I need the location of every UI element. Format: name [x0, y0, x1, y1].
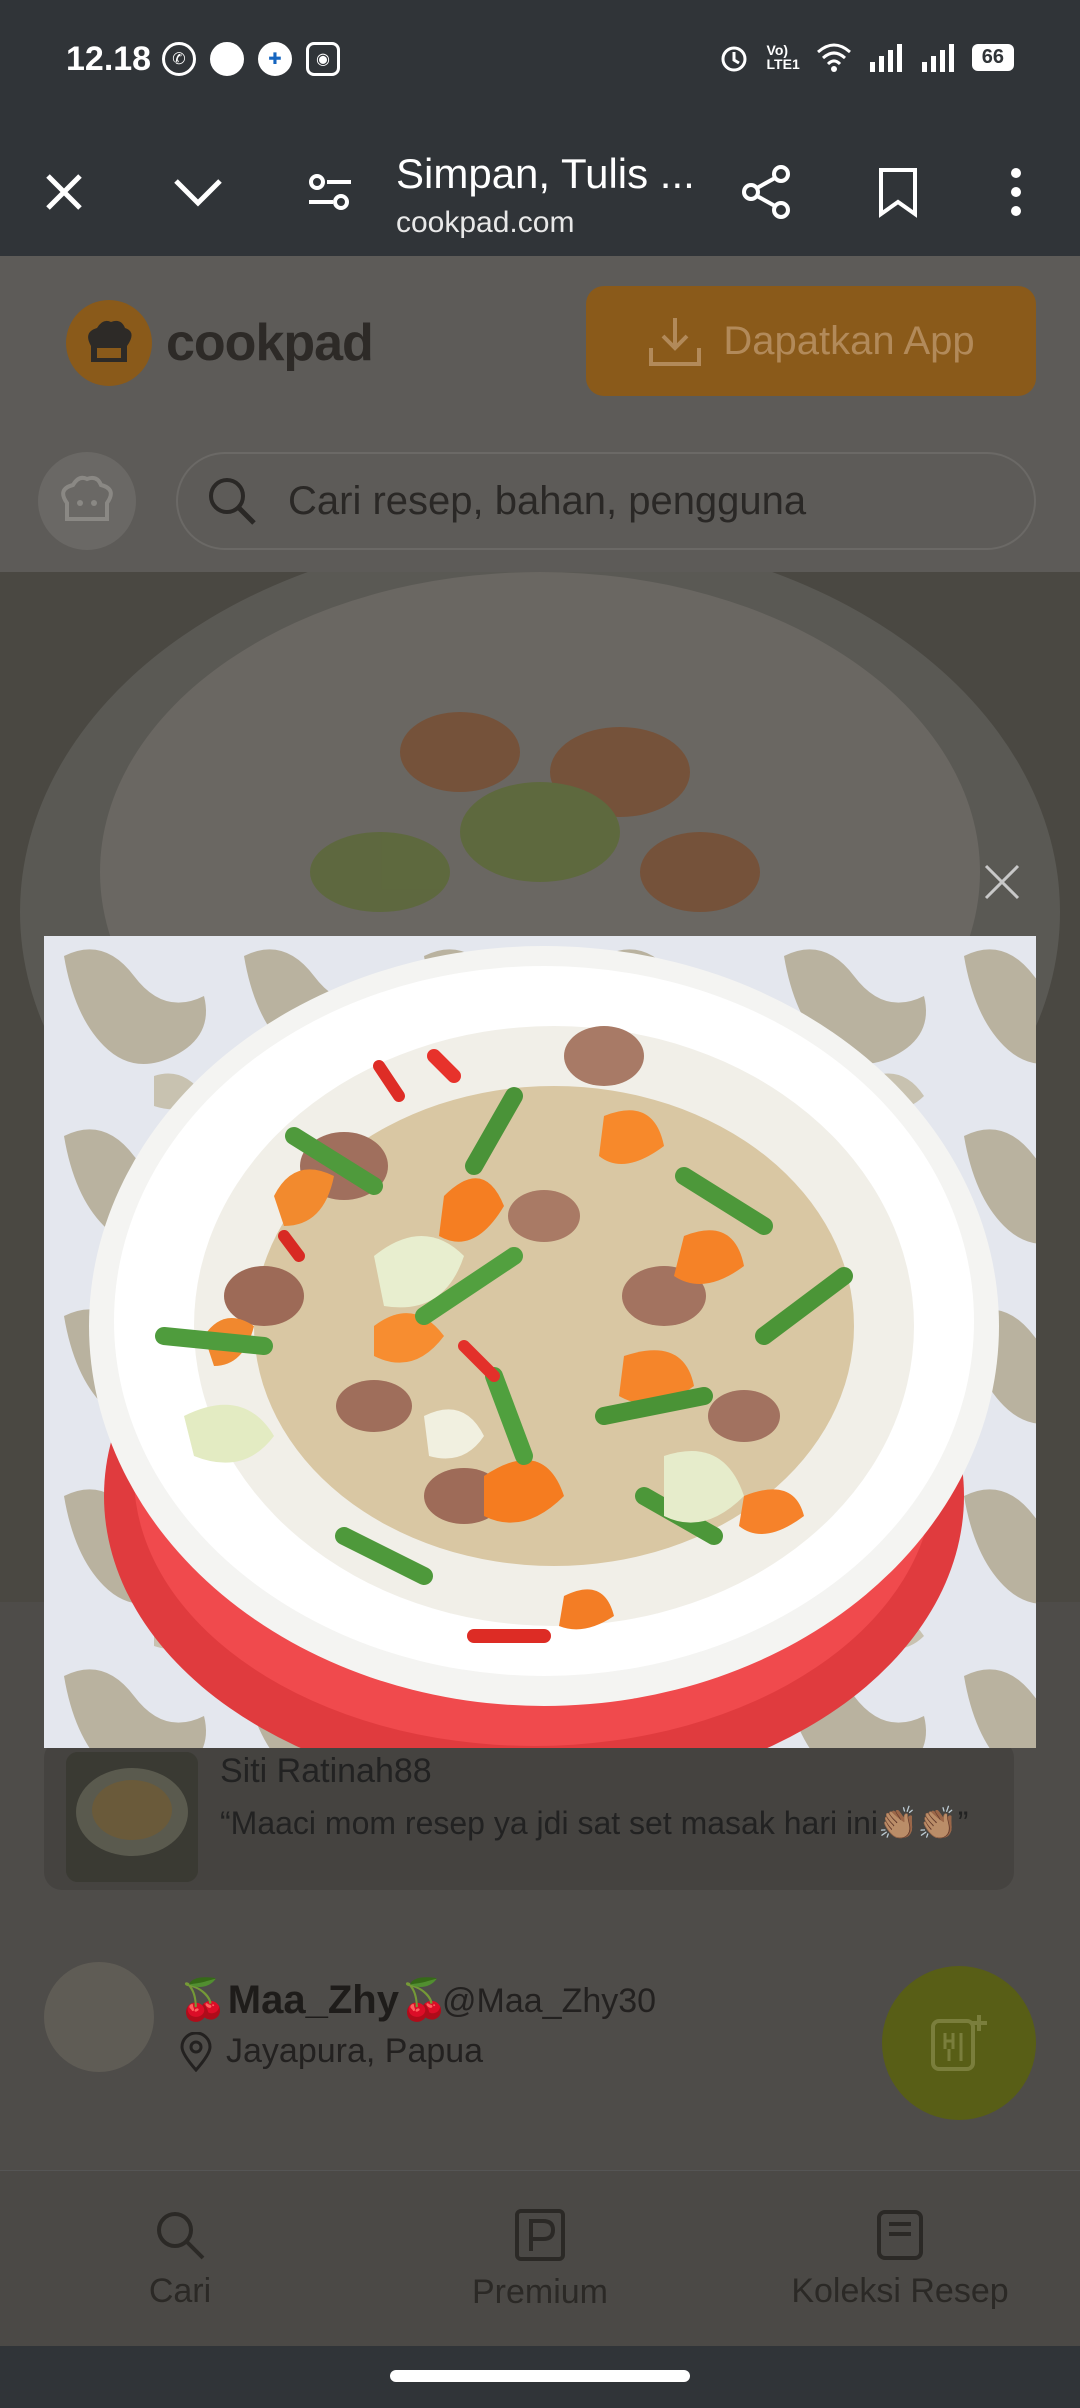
photo-icon: ◉ — [306, 42, 340, 76]
get-app-button[interactable]: Dapatkan App — [586, 286, 1036, 396]
page-title: Simpan, Tulis ... — [396, 150, 695, 197]
app-icon: ✚ — [258, 42, 292, 76]
author-handle: @Maa_Zhy30 — [442, 1982, 657, 2020]
close-icon — [46, 174, 82, 210]
recipe-add-icon — [931, 2015, 987, 2071]
more-options-button[interactable] — [976, 152, 1056, 232]
signal-icon — [869, 44, 902, 72]
wifi-icon — [816, 43, 851, 72]
volte-icon: Vo) LTE1 — [766, 42, 800, 72]
author-name: 🍒Maa_Zhy🍒 — [178, 1978, 449, 2022]
collection-icon — [877, 2209, 923, 2260]
search-placeholder: Cari resep, bahan, pengguna — [288, 478, 807, 523]
signal-icon-2 — [921, 44, 954, 72]
share-icon — [742, 165, 790, 219]
nav-premium-label: Premium — [471, 2272, 609, 2311]
minimize-button[interactable] — [158, 152, 238, 232]
get-app-label: Dapatkan App — [723, 318, 975, 363]
comment-author: Siti Ratinah88 — [220, 1752, 432, 1790]
cookpad-logo[interactable]: cookpad — [66, 300, 374, 386]
share-button[interactable] — [726, 152, 806, 232]
add-recipe-fab[interactable] — [882, 1966, 1036, 2120]
chef-hat-icon — [66, 300, 152, 386]
notification-icons: ✆ ✚ ◉ — [162, 42, 340, 76]
status-bar: 12.18 ✆ ✚ ◉ Vo) LTE1 66 — [0, 0, 1080, 128]
nav-premium[interactable]: Premium — [390, 2171, 690, 2346]
gesture-navigation-bar — [0, 2346, 1080, 2408]
system-icons: Vo) LTE1 66 — [717, 40, 1014, 74]
more-vert-icon — [1011, 168, 1021, 216]
nav-search[interactable]: Cari — [30, 2171, 330, 2346]
home-gesture-pill[interactable] — [390, 2370, 690, 2382]
nav-collection-label: Koleksi Resep — [791, 2271, 1009, 2310]
chevron-down-icon — [174, 179, 222, 207]
comment-card[interactable]: Siti Ratinah88 “Maaci mom resep ya jdi s… — [44, 1740, 1014, 1890]
user-avatar-button[interactable] — [38, 452, 136, 550]
site-settings-button[interactable] — [290, 152, 370, 232]
whatsapp-icon: ✆ — [162, 42, 196, 76]
nav-collection[interactable]: Koleksi Resep — [750, 2171, 1050, 2346]
author-avatar — [44, 1962, 154, 2072]
logo-text: cookpad — [166, 314, 374, 372]
premium-icon — [515, 2208, 565, 2261]
comment-photo — [66, 1752, 198, 1882]
browser-toolbar: Simpan, Tulis ... cookpad.com — [0, 128, 1080, 256]
recipe-photo-fullsize[interactable] — [44, 936, 1036, 1748]
speedometer-icon — [210, 42, 244, 76]
bookmark-icon — [879, 168, 917, 218]
author-location: Jayapura, Papua — [226, 2032, 484, 2070]
bookmark-button[interactable] — [858, 152, 938, 232]
search-input[interactable]: Cari resep, bahan, pengguna — [176, 452, 1036, 550]
page-url: cookpad.com — [396, 206, 575, 239]
close-icon — [984, 864, 1020, 900]
search-icon — [209, 478, 256, 525]
site-header: cookpad Dapatkan App Cari resep, bahan, … — [0, 256, 1080, 576]
search-icon — [157, 2211, 205, 2259]
status-time: 12.18 — [66, 40, 152, 78]
bottom-navigation: Cari Premium Koleksi Resep — [0, 2170, 1080, 2346]
close-tab-button[interactable] — [24, 152, 104, 232]
tune-icon — [309, 174, 351, 210]
chef-avatar-icon — [61, 475, 113, 521]
location-pin-icon — [180, 2032, 212, 2072]
download-icon — [649, 318, 702, 366]
alarm-icon — [721, 46, 747, 72]
nav-search-label: Cari — [148, 2271, 212, 2310]
comment-text: “Maaci mom resep ya jdi sat set masak ha… — [220, 1805, 969, 1841]
battery-indicator: 66 — [971, 43, 1014, 71]
close-viewer-button[interactable] — [972, 852, 1032, 912]
